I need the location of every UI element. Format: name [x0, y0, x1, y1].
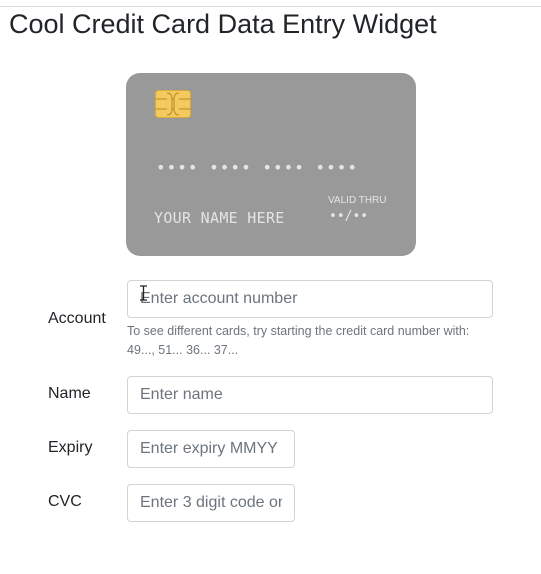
account-help-text: To see different cards, try starting the… [127, 324, 470, 357]
card-number-display: •••• •••• •••• •••• [156, 158, 359, 177]
card-expiry-display: ••/•• [329, 209, 369, 224]
expiry-label: Expiry [48, 439, 93, 456]
name-label: Name [48, 385, 91, 402]
card-name-display: YOUR NAME HERE [154, 209, 285, 227]
name-input[interactable] [127, 376, 493, 414]
chip-icon [155, 90, 191, 118]
page-title: Cool Credit Card Data Entry Widget [9, 9, 437, 39]
expiry-input[interactable] [127, 430, 295, 468]
text-cursor-icon [140, 285, 147, 301]
valid-thru-label: VALID THRU [328, 195, 387, 206]
credit-card-preview: •••• •••• •••• •••• YOUR NAME HERE VALID… [126, 73, 416, 256]
top-divider [0, 6, 541, 7]
cvc-input[interactable] [127, 484, 295, 522]
account-number-input[interactable] [127, 280, 493, 318]
cvc-label: CVC [48, 493, 82, 510]
account-label: Account [48, 310, 106, 327]
